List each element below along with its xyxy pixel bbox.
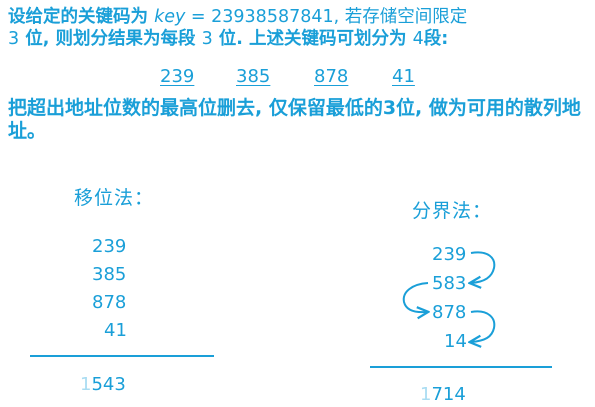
fold-arrows	[402, 251, 496, 407]
fold-arrow-left	[402, 282, 428, 312]
fold-arrow-right-1	[471, 251, 496, 283]
fold-arrow-right-2	[471, 310, 496, 342]
